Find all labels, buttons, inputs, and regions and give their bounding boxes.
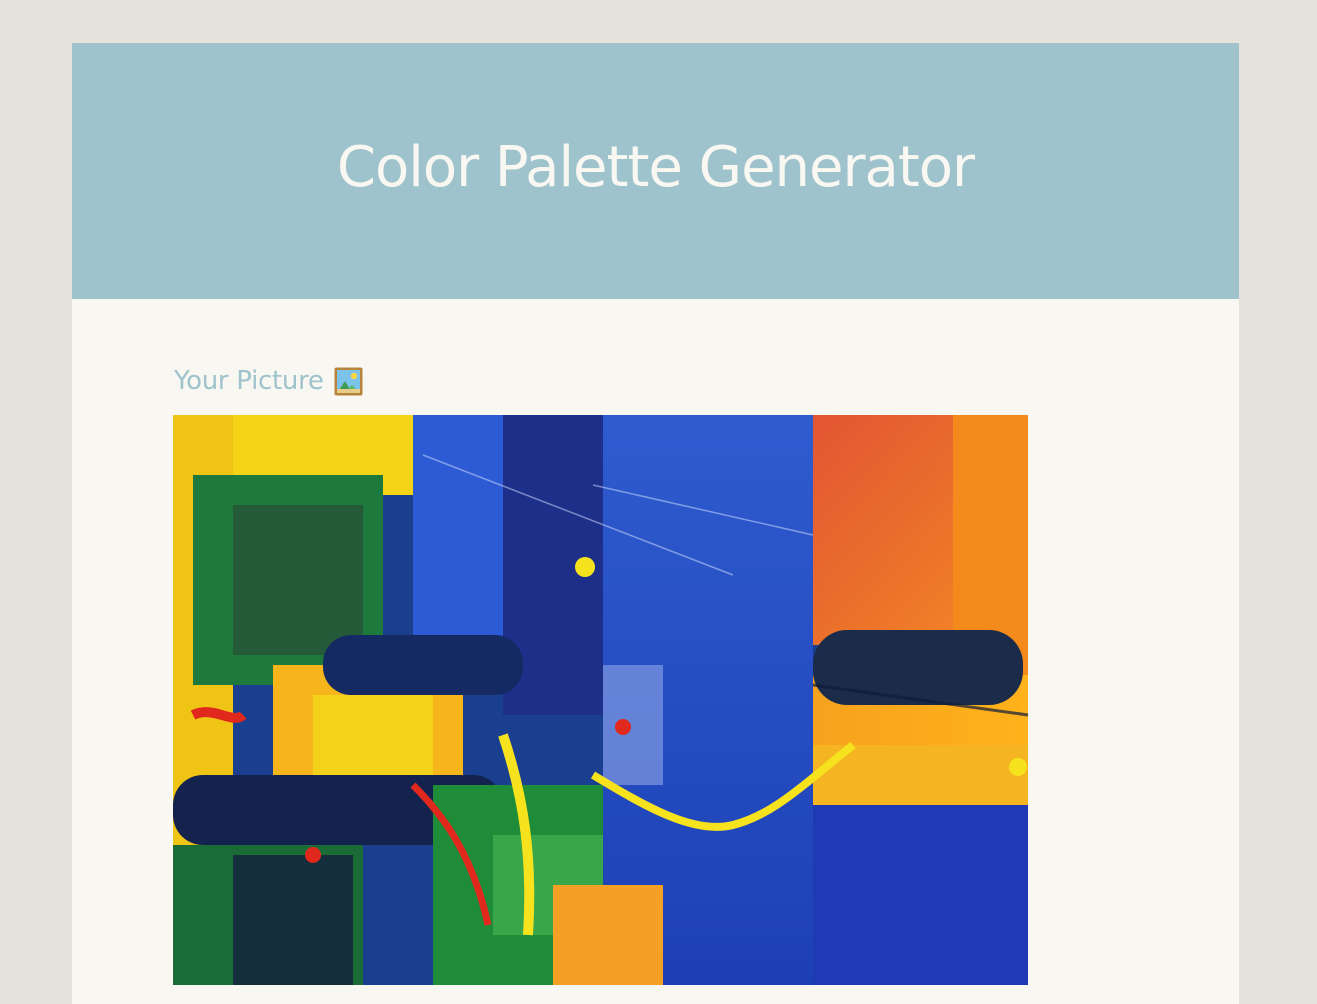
uploaded-picture	[173, 415, 1028, 985]
page-title: Color Palette Generator	[336, 135, 975, 200]
main-card: Color Palette Generator Your Picture	[72, 43, 1239, 1004]
picture-section-heading: Your Picture	[174, 363, 363, 399]
page-header: Color Palette Generator	[72, 43, 1239, 299]
framed-picture-icon	[334, 367, 363, 396]
picture-section-label: Your Picture	[174, 366, 324, 396]
